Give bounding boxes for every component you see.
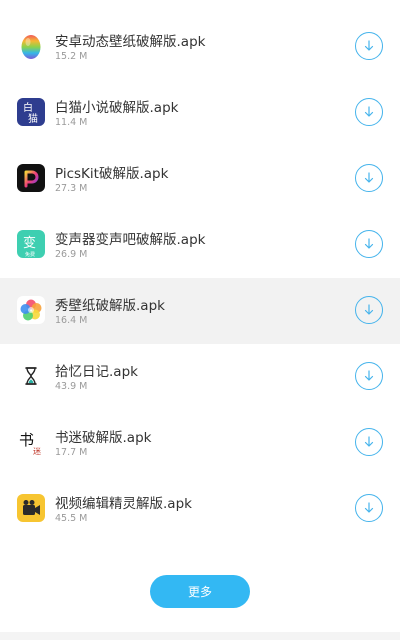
download-button[interactable] [355,230,383,258]
picskit-icon [17,164,45,192]
rainbow-egg-icon [17,32,45,60]
app-name: 安卓动态壁纸破解版.apk [55,34,206,50]
download-button[interactable] [355,296,383,324]
more-button[interactable]: 更多 [150,575,250,608]
app-size: 15.2 M [55,51,88,62]
icon-text: 迷 [33,446,41,456]
download-button[interactable] [355,32,383,60]
list-item[interactable]: 白 猫 白猫小说破解版.apk 11.4 M [0,80,400,146]
app-name: 书迷破解版.apk [55,430,152,446]
download-arrow-icon [364,370,374,381]
app-size: 16.4 M [55,315,88,326]
app-size: 17.7 M [55,447,88,458]
icon-text: 猫 [28,112,38,125]
list-item[interactable]: 安卓动态壁纸破解版.apk 15.2 M [0,14,400,80]
download-arrow-icon [364,172,374,183]
app-size: 43.9 M [55,381,88,392]
download-button[interactable] [355,428,383,456]
download-arrow-icon [364,40,374,51]
icon-text: 白 [23,101,33,114]
app-name: PicsKit破解版.apk [55,166,169,182]
app-list: 安卓动态壁纸破解版.apk 15.2 M 白 猫 白猫小说破解版.apk 11.… [0,14,400,542]
download-arrow-icon [364,106,374,117]
download-arrow-icon [364,238,374,249]
hourglass-icon [17,362,45,390]
icon-text: 书 [19,431,34,449]
download-arrow-icon [364,502,374,513]
list-item[interactable]: 视频编辑精灵解版.apk 45.5 M [0,476,400,542]
app-name: 拾忆日记.apk [55,364,138,380]
app-name: 秀壁纸破解版.apk [55,298,165,314]
download-arrow-icon [364,436,374,447]
video-camera-icon [17,494,45,522]
download-button[interactable] [355,98,383,126]
list-item[interactable]: 拾忆日记.apk 43.9 M [0,344,400,410]
voice-changer-icon: 变 免费 [17,230,45,258]
icon-text: 免费 [25,251,35,258]
app-name: 变声器变声吧破解版.apk [55,232,206,248]
flower-wallpaper-icon [17,296,45,324]
app-size: 26.9 M [55,249,88,260]
baimao-novel-icon: 白 猫 [17,98,45,126]
list-item[interactable]: 变 免费 变声器变声吧破解版.apk 26.9 M [0,212,400,278]
list-item[interactable]: 书 迷 书迷破解版.apk 17.7 M [0,410,400,476]
icon-text: 变 [23,235,36,251]
download-button[interactable] [355,362,383,390]
app-size: 45.5 M [55,513,88,524]
app-name: 视频编辑精灵解版.apk [55,496,192,512]
download-button[interactable] [355,164,383,192]
list-item[interactable]: PicsKit破解版.apk 27.3 M [0,146,400,212]
app-size: 27.3 M [55,183,88,194]
download-button[interactable] [355,494,383,522]
download-arrow-icon [364,304,374,315]
list-item[interactable]: 秀壁纸破解版.apk 16.4 M [0,278,400,344]
bottom-divider [0,632,400,640]
calligraphy-book-icon: 书 迷 [17,428,45,456]
app-name: 白猫小说破解版.apk [55,100,179,116]
app-size: 11.4 M [55,117,88,128]
